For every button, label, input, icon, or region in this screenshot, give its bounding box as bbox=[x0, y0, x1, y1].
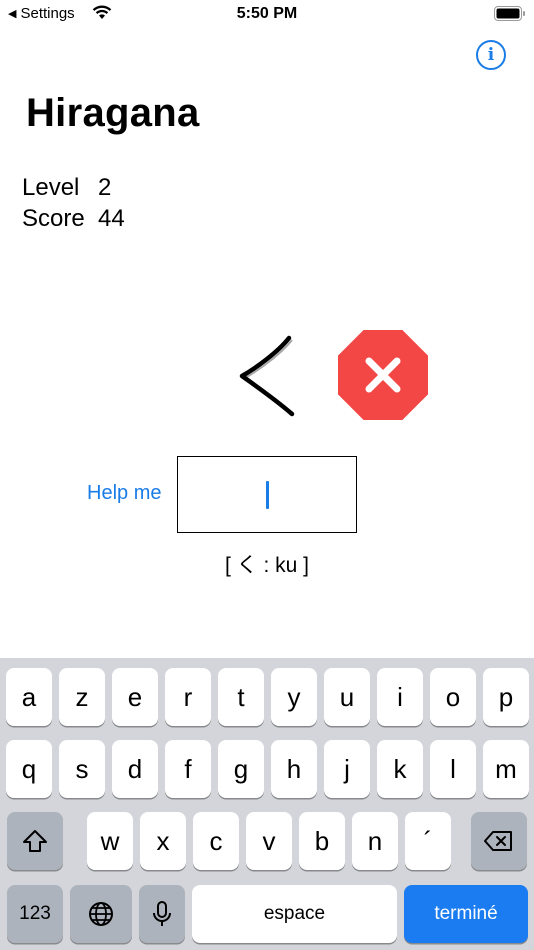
keyboard: 123 espace terminé azertyuiop qsdfghjklm w… bbox=[0, 658, 534, 950]
microphone-icon bbox=[153, 901, 171, 926]
wrong-answer-icon bbox=[338, 330, 428, 420]
key-h[interactable]: h bbox=[271, 740, 317, 798]
text-caret bbox=[265, 480, 269, 509]
status-bar: ◀ Settings 5:50 PM bbox=[0, 0, 534, 28]
delete-icon bbox=[484, 831, 512, 851]
shift-icon bbox=[23, 830, 47, 852]
key-l[interactable]: l bbox=[430, 740, 476, 798]
key-z[interactable]: z bbox=[59, 668, 105, 726]
key-m[interactable]: m bbox=[483, 740, 529, 798]
level-label: Level bbox=[22, 174, 80, 201]
key-j[interactable]: j bbox=[324, 740, 370, 798]
key-d[interactable]: d bbox=[112, 740, 158, 798]
key-n[interactable]: n bbox=[352, 812, 398, 870]
shift-key[interactable] bbox=[7, 812, 63, 870]
info-icon: i bbox=[487, 45, 495, 65]
level-value: 2 bbox=[98, 174, 112, 201]
key-y[interactable]: y bbox=[271, 668, 317, 726]
globe-key[interactable] bbox=[70, 885, 132, 943]
answer-input[interactable] bbox=[177, 456, 357, 533]
key-x[interactable]: x bbox=[140, 812, 186, 870]
key-acute-accent[interactable]: ´ bbox=[405, 812, 451, 870]
key-s[interactable]: s bbox=[59, 740, 105, 798]
key-e[interactable]: e bbox=[112, 668, 158, 726]
key-b[interactable]: b bbox=[299, 812, 345, 870]
battery-icon bbox=[494, 6, 525, 21]
key-r[interactable]: r bbox=[165, 668, 211, 726]
score-row: Score 44 bbox=[22, 203, 125, 234]
done-key[interactable]: terminé bbox=[404, 885, 528, 943]
key-t[interactable]: t bbox=[218, 668, 264, 726]
key-k[interactable]: k bbox=[377, 740, 423, 798]
key-v[interactable]: v bbox=[246, 812, 292, 870]
key-o[interactable]: o bbox=[430, 668, 476, 726]
key-a[interactable]: a bbox=[6, 668, 52, 726]
globe-icon bbox=[89, 902, 113, 926]
key-p[interactable]: p bbox=[483, 668, 529, 726]
key-u[interactable]: u bbox=[324, 668, 370, 726]
space-key[interactable]: espace bbox=[192, 885, 397, 943]
score-value: 44 bbox=[98, 205, 125, 232]
microphone-key[interactable] bbox=[139, 885, 185, 943]
status-time: 5:50 PM bbox=[236, 5, 298, 22]
hint-text: [ く : ku ] bbox=[224, 554, 310, 577]
key-w[interactable]: w bbox=[87, 812, 133, 870]
kana-character bbox=[239, 335, 295, 417]
help-me-button[interactable]: Help me bbox=[87, 482, 161, 505]
delete-key[interactable] bbox=[471, 812, 527, 870]
stats-panel: Level 2 Score 44 bbox=[22, 172, 125, 234]
score-label: Score bbox=[22, 205, 85, 232]
key-i[interactable]: i bbox=[377, 668, 423, 726]
numbers-key[interactable]: 123 bbox=[7, 885, 63, 943]
page-title: Hiragana bbox=[26, 91, 200, 135]
level-row: Level 2 bbox=[22, 172, 125, 203]
info-button[interactable]: i bbox=[476, 40, 506, 70]
key-c[interactable]: c bbox=[193, 812, 239, 870]
key-g[interactable]: g bbox=[218, 740, 264, 798]
key-f[interactable]: f bbox=[165, 740, 211, 798]
key-q[interactable]: q bbox=[6, 740, 52, 798]
